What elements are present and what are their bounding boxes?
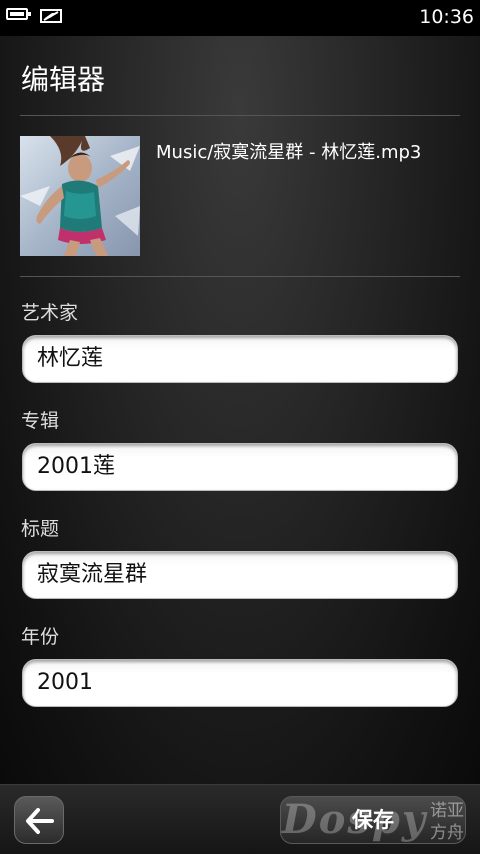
watermark-logo: Dospy — [282, 796, 428, 843]
back-arrow-icon — [26, 808, 54, 834]
editor-screen: 编辑器 Music/寂寞流星群 - 林忆莲.mp3 艺术家 林忆莲 专辑 200… — [0, 36, 480, 784]
album-label: 专辑 — [21, 410, 60, 432]
back-button[interactable] — [14, 796, 64, 844]
album-field[interactable]: 2001莲 — [22, 443, 458, 491]
artist-label: 艺术家 — [21, 302, 79, 324]
divider — [20, 115, 460, 116]
file-name: Music/寂寞流星群 - 林忆莲.mp3 — [156, 142, 422, 163]
year-label: 年份 — [21, 626, 60, 648]
divider — [20, 276, 460, 277]
album-art-image — [20, 136, 140, 256]
battery-icon — [6, 8, 31, 20]
page-title: 编辑器 — [21, 63, 106, 96]
status-bar: 10:36 — [0, 0, 480, 36]
artist-field[interactable]: 林忆莲 — [22, 335, 458, 383]
year-field[interactable]: 2001 — [22, 659, 458, 707]
status-time: 10:36 — [419, 6, 474, 28]
title-field[interactable]: 寂寞流星群 — [22, 551, 458, 599]
watermark-text: 诺亚 方舟 — [430, 801, 464, 843]
title-label: 标题 — [21, 518, 60, 540]
no-signal-icon — [40, 8, 64, 23]
